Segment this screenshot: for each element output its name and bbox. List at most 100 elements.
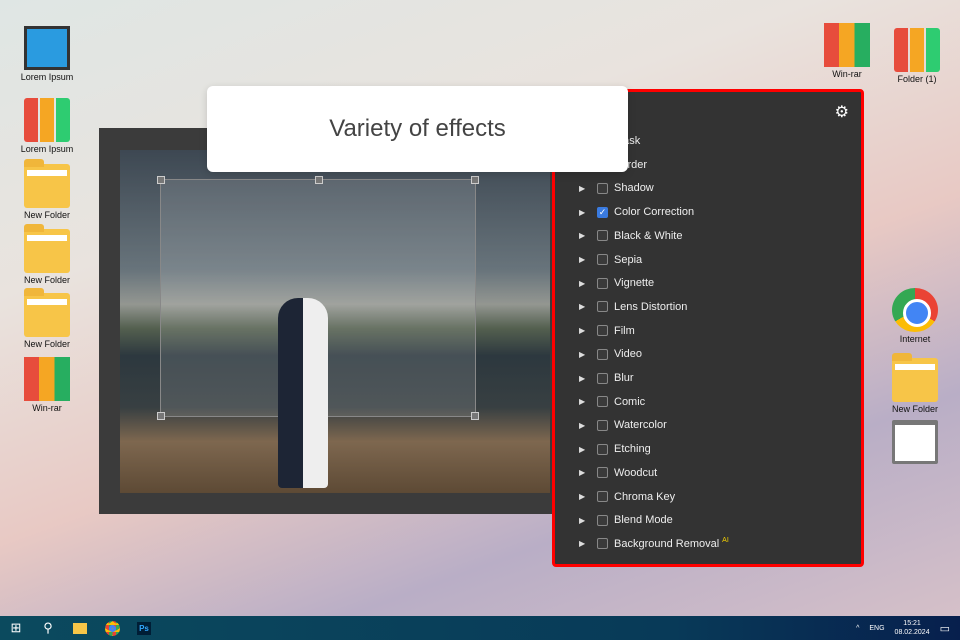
expand-arrow-icon[interactable]: ▶ [579, 231, 597, 240]
expand-arrow-icon[interactable]: ▶ [579, 350, 597, 359]
chrome-taskbar-icon[interactable] [96, 616, 128, 640]
gear-icon[interactable]: ⚙ [835, 102, 849, 122]
effect-checkbox[interactable]: ✓ [597, 206, 608, 218]
effect-item[interactable]: ▶ Sepia [579, 250, 642, 270]
search-icon[interactable]: ⚲ [32, 616, 64, 640]
expand-arrow-icon[interactable]: ▶ [579, 397, 597, 406]
icon-label: Win-rar [832, 69, 862, 79]
effect-checkbox[interactable] [597, 467, 608, 479]
effect-item[interactable]: ▶ Film [579, 321, 635, 341]
time: 15:21 [903, 620, 921, 627]
desktop-icon-internet[interactable]: Internet [880, 288, 950, 344]
effect-checkbox[interactable] [597, 372, 608, 384]
icon-label: New Folder [23, 210, 70, 220]
desktop-icon-folder[interactable]: New Folder [12, 159, 82, 220]
expand-arrow-icon[interactable]: ▶ [579, 374, 597, 383]
icon-label: New Folder [891, 404, 938, 414]
language-indicator[interactable]: ENG [869, 625, 884, 632]
expand-arrow-icon[interactable]: ▶ [579, 445, 597, 454]
effect-item[interactable]: ▶ Background Removal AI [579, 534, 729, 554]
clock[interactable]: 15:21 08.02.2024 [895, 619, 930, 637]
folder-icon [24, 224, 70, 273]
effect-label: Watercolor [614, 419, 667, 432]
desktop-icon-computer[interactable]: Lorem Ipsum [12, 26, 82, 82]
effect-checkbox[interactable] [597, 254, 608, 265]
effect-checkbox[interactable] [597, 419, 608, 431]
effect-item[interactable]: ▶ Comic [579, 392, 645, 412]
recycle-bin-icon [892, 420, 938, 464]
expand-arrow-icon[interactable]: ▶ [579, 539, 597, 548]
photo-editor-canvas [99, 128, 559, 514]
crop-handle[interactable] [315, 176, 323, 184]
desktop-icon-recycle-bin[interactable] [880, 420, 950, 466]
effect-checkbox[interactable] [597, 491, 608, 502]
effect-item[interactable]: ▶ Blur [579, 368, 634, 388]
wedding-photo [120, 150, 550, 493]
crop-handle[interactable] [471, 412, 479, 420]
effect-checkbox[interactable] [597, 301, 608, 313]
effect-label: Film [614, 324, 635, 337]
expand-arrow-icon[interactable]: ▶ [579, 302, 597, 311]
effect-checkbox[interactable] [597, 514, 608, 526]
effect-checkbox[interactable] [597, 277, 608, 289]
effect-checkbox[interactable] [597, 396, 608, 408]
expand-arrow-icon[interactable]: ▶ [579, 279, 597, 288]
date: 08.02.2024 [894, 629, 930, 636]
desktop-icon-winrar[interactable]: Win-rar [812, 23, 882, 79]
photoshop-icon[interactable]: Ps [128, 616, 160, 640]
expand-arrow-icon[interactable]: ▶ [579, 326, 597, 335]
chevron-up-icon[interactable]: ^ [856, 625, 859, 632]
desktop-icon-winrar[interactable]: Win-rar [12, 357, 82, 413]
effect-item[interactable]: ▶ Lens Distortion [579, 297, 687, 317]
taskbar: ⊞ ⚲ Ps ^ ENG 15:21 08.02.2024 ▭ [0, 616, 960, 640]
effect-label: Black & White [614, 229, 683, 242]
desktop-icon-folder[interactable]: New Folder [12, 224, 82, 285]
folder-icon [892, 353, 938, 402]
winrar-icon [824, 23, 870, 67]
file-explorer-icon[interactable] [64, 616, 96, 640]
effect-label: Video [614, 348, 642, 361]
desktop-icon-folder-1[interactable]: Folder (1) [882, 28, 952, 84]
effect-label: Blur [614, 372, 634, 384]
desktop-icon-folder[interactable]: New Folder [880, 353, 950, 414]
crop-handle[interactable] [157, 412, 165, 420]
effect-item[interactable]: ▶ Woodcut [579, 463, 657, 483]
effect-item[interactable]: ▶ ✓ Color Correction [579, 202, 694, 222]
expand-arrow-icon[interactable]: ▶ [579, 516, 597, 525]
expand-arrow-icon[interactable]: ▶ [579, 492, 597, 501]
caption-text: Variety of effects [329, 115, 506, 142]
crop-handle[interactable] [471, 176, 479, 184]
desktop-icon-binders[interactable]: Lorem Ipsum [12, 98, 82, 154]
effect-item[interactable]: ▶ Etching [579, 439, 651, 459]
effect-label: Shadow [614, 182, 654, 195]
effect-checkbox[interactable] [597, 230, 608, 242]
effect-item[interactable]: ▶ Vignette [579, 273, 654, 293]
expand-arrow-icon[interactable]: ▶ [579, 421, 597, 430]
effect-item[interactable]: ▶ Black & White [579, 226, 682, 246]
effect-label: Vignette [614, 277, 655, 290]
effect-checkbox[interactable] [597, 538, 608, 550]
effect-label: Comic [614, 395, 646, 408]
effect-checkbox[interactable] [597, 348, 608, 360]
expand-arrow-icon[interactable]: ▶ [579, 468, 597, 477]
expand-arrow-icon[interactable]: ▶ [579, 184, 597, 193]
expand-arrow-icon[interactable]: ▶ [579, 255, 597, 264]
binders-icon [894, 28, 940, 72]
desktop-icon-folder[interactable]: New Folder [12, 288, 82, 349]
computer-icon [24, 26, 70, 70]
effect-item[interactable]: ▶ Blend Mode [579, 510, 673, 530]
effect-item[interactable]: ▶ Watercolor [579, 415, 667, 435]
effect-item[interactable]: ▶ Video [579, 344, 642, 364]
effect-checkbox[interactable] [597, 182, 608, 194]
effect-item[interactable]: ▶ Shadow [579, 178, 654, 198]
effect-checkbox[interactable] [597, 325, 608, 337]
start-button[interactable]: ⊞ [0, 616, 32, 640]
folder-icon [24, 159, 70, 208]
ai-badge: AI [722, 536, 729, 544]
expand-arrow-icon[interactable]: ▶ [579, 208, 597, 217]
crop-handle[interactable] [157, 176, 165, 184]
notification-icon[interactable]: ▭ [940, 622, 950, 635]
effect-item[interactable]: ▶ Chroma Key [579, 487, 675, 507]
effect-label: Etching [614, 443, 651, 456]
effect-checkbox[interactable] [597, 443, 608, 455]
